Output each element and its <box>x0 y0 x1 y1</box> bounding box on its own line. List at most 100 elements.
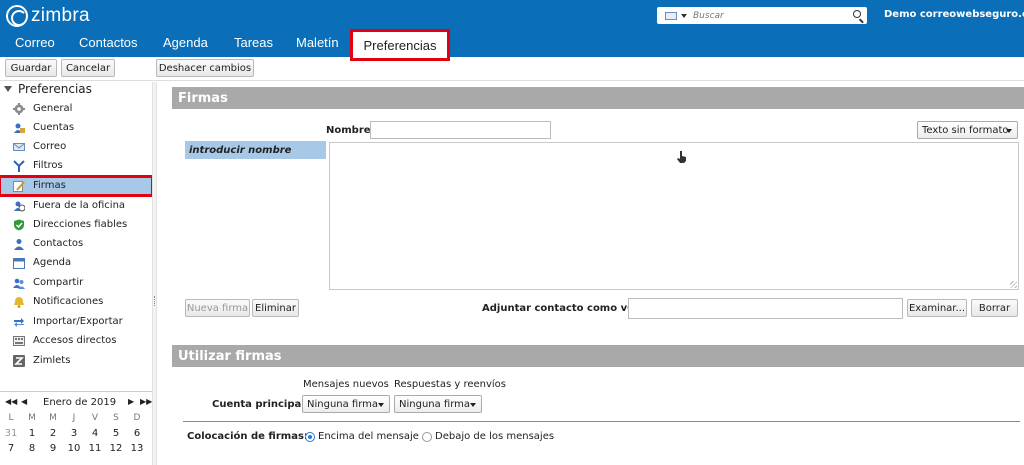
tab-correo[interactable]: Correo <box>15 35 55 50</box>
signature-editor[interactable] <box>329 142 1019 290</box>
tab-maletin[interactable]: Maletín <box>296 35 339 50</box>
sidebar-item-firmas[interactable]: Firmas <box>0 175 154 197</box>
calendar-day[interactable]: 4 <box>85 428 105 439</box>
weekday-label: S <box>113 413 119 423</box>
sidebar-item-contactos[interactable]: Contactos <box>0 235 152 253</box>
cancel-button[interactable]: Cancelar <box>61 59 115 77</box>
calendar-day[interactable]: 1 <box>22 428 42 439</box>
sidebar-item-fuera-de-la-oficina[interactable]: Fuera de la oficina <box>0 197 152 215</box>
calendar-day[interactable]: 31 <box>1 428 21 439</box>
save-button[interactable]: Guardar <box>5 59 57 77</box>
shortcuts-icon <box>13 336 25 346</box>
splitter-grip-icon[interactable] <box>154 296 155 306</box>
sidebar-item-label: Filtros <box>33 160 63 171</box>
tab-agenda[interactable]: Agenda <box>163 35 208 50</box>
placement-above-label[interactable]: Encima del mensaje <box>318 431 419 442</box>
calendar-day[interactable]: 11 <box>85 443 105 454</box>
sidebar-item-direcciones-fiables[interactable]: Direcciones fiables <box>0 216 152 234</box>
mini-calendar-week: 31 1 2 3 4 5 6 <box>0 428 152 442</box>
user-name[interactable]: Demo correowebseguro.co <box>884 9 1024 20</box>
app-tabs: Correo Contactos Agenda Tareas Maletín <box>0 32 1024 57</box>
search-type-mail-icon[interactable] <box>665 11 677 20</box>
tab-preferencias[interactable]: Preferencias <box>350 29 450 61</box>
sidebar-item-importar-exportar[interactable]: Importar/Exportar <box>0 313 152 331</box>
undo-changes-button[interactable]: Deshacer cambios <box>156 59 254 77</box>
mini-calendar-month[interactable]: Enero de 2019 <box>43 397 116 408</box>
chevron-down-icon <box>378 403 384 407</box>
sidebar-item-label: Correo <box>33 141 67 152</box>
sidebar-item-label: Agenda <box>33 257 72 268</box>
weekday-label: V <box>91 413 99 423</box>
hand-pointer-icon <box>677 151 686 163</box>
delete-signature-button[interactable]: Eliminar <box>252 299 299 317</box>
new-messages-signature-select[interactable]: Ninguna firma <box>302 395 390 413</box>
sidebar-item-correo[interactable]: Correo <box>0 138 152 156</box>
signatures-section-title: Firmas <box>172 87 1024 109</box>
calendar-day[interactable]: 9 <box>43 443 63 454</box>
sidebar-item-notificaciones[interactable]: Notificaciones <box>0 293 152 311</box>
sidebar-item-zimlets[interactable]: Zimlets <box>0 352 152 370</box>
share-icon <box>13 278 25 289</box>
signature-name-input[interactable] <box>370 121 551 139</box>
zimlet-icon <box>13 355 25 367</box>
resize-handle-icon[interactable] <box>1010 281 1017 288</box>
sidebar-calendar-divider <box>0 391 152 392</box>
calendar-day[interactable]: 12 <box>106 443 126 454</box>
calendar-day[interactable]: 13 <box>127 443 147 454</box>
calendar-day[interactable]: 6 <box>127 428 147 439</box>
search-icon[interactable] <box>853 10 861 18</box>
sidebar-item-accesos-directos[interactable]: Accesos directos <box>0 332 152 350</box>
signature-format-select[interactable]: Texto sin formato <box>917 121 1018 139</box>
bell-icon <box>14 297 24 308</box>
signature-name-label: Nombre: <box>326 125 375 136</box>
signature-list-item[interactable]: introducir nombre <box>185 141 326 159</box>
vcard-input[interactable] <box>628 298 903 319</box>
sidebar-item-label: General <box>33 103 73 114</box>
tree-heading-label: Preferencias <box>18 82 92 96</box>
filter-icon <box>13 160 25 172</box>
new-signature-button[interactable]: Nueva firma <box>185 299 250 317</box>
preferences-tree-heading[interactable]: Preferencias <box>4 82 92 96</box>
search-box <box>657 7 867 24</box>
top-bar: zimbra Demo correowebseguro.co <box>0 0 1024 32</box>
placement-below-label[interactable]: Debajo de los mensajes <box>435 431 554 442</box>
sidebar-item-agenda[interactable]: Agenda <box>0 254 152 272</box>
sidebar-item-cuentas[interactable]: Cuentas <box>0 119 152 137</box>
search-type-chevron-down-icon[interactable] <box>681 13 687 18</box>
tab-contactos[interactable]: Contactos <box>79 35 138 50</box>
sidebar-item-general[interactable]: General <box>0 100 152 118</box>
clear-button[interactable]: Borrar <box>971 299 1018 317</box>
browse-button[interactable]: Examinar... <box>907 299 967 317</box>
signature-format-value: Texto sin formato <box>922 124 1009 136</box>
calendar-day[interactable]: 10 <box>64 443 84 454</box>
calendar-day[interactable]: 2 <box>43 428 63 439</box>
chevron-down-icon <box>470 403 476 407</box>
next-month-icon[interactable]: ▶ <box>128 397 134 406</box>
sidebar-item-filtros[interactable]: Filtros <box>0 157 152 175</box>
calendar-day[interactable]: 8 <box>22 443 42 454</box>
next-year-icon[interactable]: ▶▶ <box>140 397 152 406</box>
replies-column-label: Respuestas y reenvíos <box>394 379 507 390</box>
weekday-label: M <box>49 413 57 423</box>
replies-signature-select[interactable]: Ninguna firma <box>394 395 482 413</box>
collapse-triangle-icon[interactable] <box>4 86 12 92</box>
replies-signature-value: Ninguna firma <box>399 398 471 410</box>
sidebar-item-label: Compartir <box>33 277 84 288</box>
weekday-label: M <box>28 413 36 423</box>
placement-below-radio[interactable] <box>422 432 432 442</box>
tab-tareas[interactable]: Tareas <box>234 35 273 50</box>
calendar-day[interactable]: 7 <box>1 443 21 454</box>
weekday-label: J <box>72 413 76 423</box>
calendar-day[interactable]: 5 <box>106 428 126 439</box>
prev-month-icon[interactable]: ◀ <box>21 397 27 406</box>
placement-above-radio[interactable] <box>305 432 315 442</box>
sidebar-item-label: Cuentas <box>33 122 75 133</box>
new-messages-signature-value: Ninguna firma <box>307 398 379 410</box>
search-input[interactable] <box>693 10 843 21</box>
sidebar-item-compartir[interactable]: Compartir <box>0 274 152 292</box>
chevron-down-icon <box>1006 129 1012 133</box>
calendar-day[interactable]: 3 <box>64 428 84 439</box>
prev-year-icon[interactable]: ◀◀ <box>5 397 17 406</box>
sidebar-splitter[interactable] <box>152 82 157 465</box>
zimbra-logo[interactable]: zimbra <box>6 5 90 27</box>
